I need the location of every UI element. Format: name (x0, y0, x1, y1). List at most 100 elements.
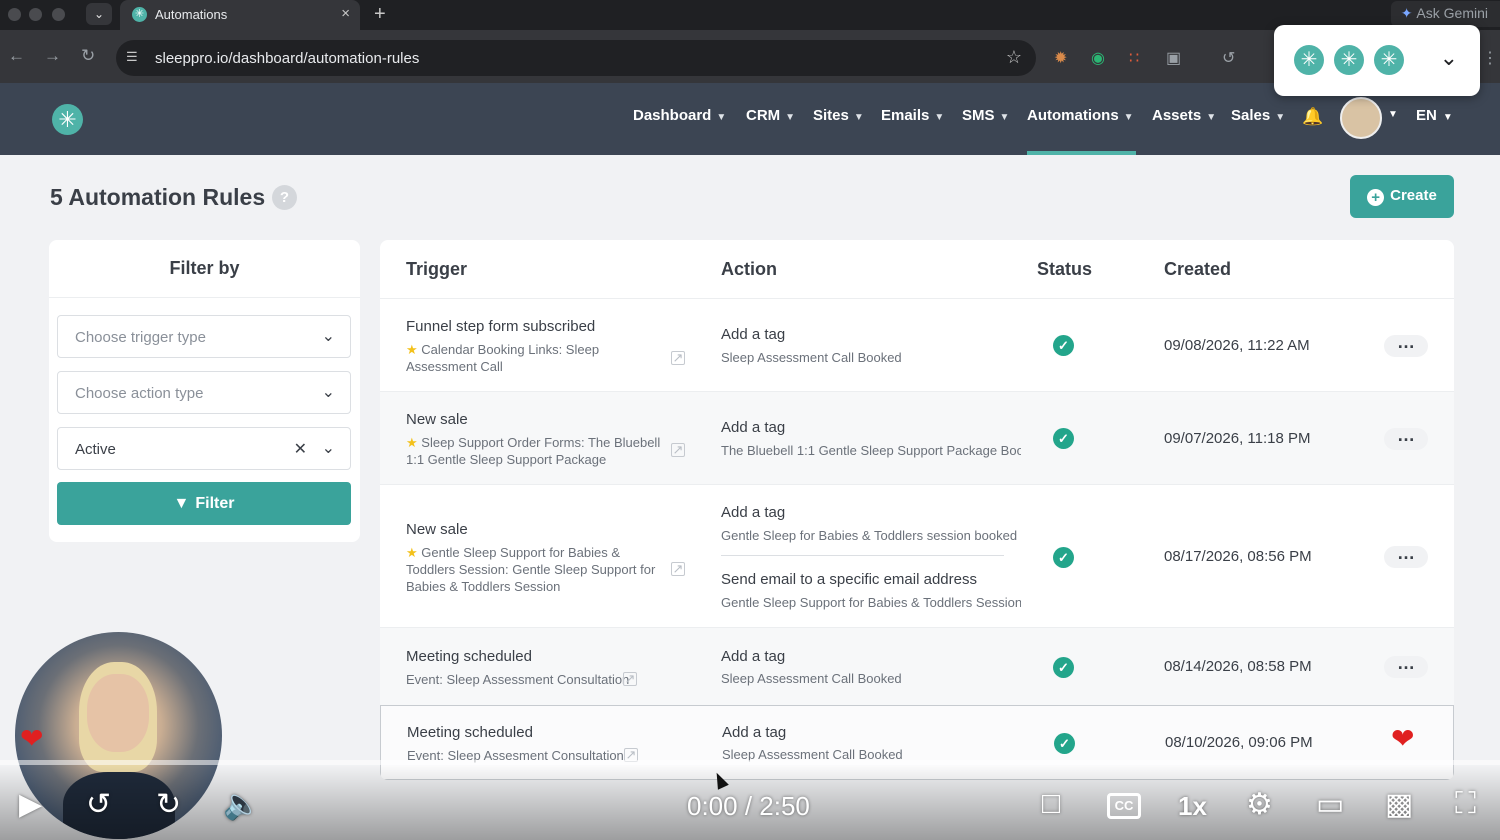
captions-button[interactable]: CC (1107, 793, 1141, 819)
forward-icon[interactable]: → (44, 46, 61, 66)
external-link-icon[interactable]: ↗ (671, 443, 685, 457)
chevron-down-icon: ▼ (1275, 112, 1286, 123)
nav-label: Dashboard (633, 107, 712, 124)
bell-icon[interactable]: 🔔 (1302, 107, 1323, 127)
more-options-button[interactable]: … (1384, 333, 1428, 357)
maximize-window-button[interactable] (52, 8, 65, 21)
address-bar[interactable]: ☰ sleeppro.io/dashboard/automation-rules… (116, 40, 1036, 76)
close-window-button[interactable] (8, 8, 21, 21)
table-row[interactable]: New sale ★ Gentle Sleep Support for Babi… (380, 484, 1454, 627)
action-detail: Sleep Assessment Call Booked (721, 350, 902, 365)
star-icon: ★ (406, 435, 418, 450)
chevron-down-icon: ▼ (853, 112, 864, 123)
help-icon[interactable]: ? (272, 185, 297, 210)
heart-icon[interactable]: ❤ (20, 722, 43, 755)
rewind-5-icon[interactable]: ↺ (86, 787, 111, 822)
theater-mode-icon[interactable]: ▭ (1316, 787, 1344, 822)
heart-icon[interactable]: ❤ (1391, 722, 1414, 755)
nav-label: Automations (1027, 107, 1119, 124)
settings-gear-icon[interactable]: ⚙ (1246, 787, 1273, 822)
bookmark-icon[interactable]: □ (1042, 787, 1060, 821)
avatar[interactable] (1340, 97, 1382, 139)
action-type-select[interactable]: Choose action type ⌄ (57, 371, 351, 414)
asterisk-logo-icon[interactable]: ✳ (1294, 45, 1324, 75)
tab-search-button[interactable]: ⌄ (86, 3, 112, 25)
action-detail: Gentle Sleep for Babies & Toddlers sessi… (721, 528, 1018, 543)
column-header-status: Status (1037, 259, 1093, 279)
close-tab-icon[interactable]: × (341, 5, 350, 22)
extensions-puzzle-icon[interactable]: ▣ (1166, 48, 1181, 68)
status-value: Active (75, 441, 116, 458)
action-detail: Sleep Assessment Call Booked (721, 671, 902, 686)
asterisk-logo-icon[interactable]: ✳ (1334, 45, 1364, 75)
nav-assets[interactable]: Assets ▼ (1152, 107, 1216, 124)
nav-crm[interactable]: CRM ▼ (746, 107, 795, 124)
table-row[interactable]: New sale ★ Sleep Support Order Forms: Th… (380, 391, 1454, 484)
nav-emails[interactable]: Emails ▼ (881, 107, 944, 124)
action-detail: The Bluebell 1:1 Gentle Sleep Support Pa… (721, 443, 1021, 458)
filter-panel: Filter by Choose trigger type ⌄ Choose a… (49, 240, 360, 542)
minimize-window-button[interactable] (29, 8, 42, 21)
forward-5-icon[interactable]: ↻ (156, 787, 181, 822)
favicon-icon: ✳ (132, 7, 147, 22)
picture-in-picture-icon[interactable]: ▩ (1385, 787, 1413, 822)
new-tab-button[interactable]: + (374, 3, 386, 26)
nav-dashboard[interactable]: Dashboard ▼ (633, 107, 726, 124)
chevron-down-icon: ▼ (785, 112, 796, 123)
trigger-type-select[interactable]: Choose trigger type ⌄ (57, 315, 351, 358)
nav-sms[interactable]: SMS ▼ (962, 107, 1009, 124)
chevron-down-icon: ⌄ (321, 384, 335, 401)
chevron-down-icon: ⌄ (321, 328, 335, 345)
more-options-button[interactable]: … (1384, 544, 1428, 568)
nav-label: Assets (1152, 107, 1202, 124)
nav-label: Emails (881, 107, 930, 124)
url-text[interactable]: sleeppro.io/dashboard/automation-rules (155, 50, 419, 67)
trigger-name: Funnel step form subscribed (406, 318, 596, 335)
status-select[interactable]: Active ✕ ⌄ (57, 427, 351, 470)
extension-sync-icon[interactable]: ↺ (1222, 48, 1235, 68)
playback-speed[interactable]: 1x (1178, 791, 1207, 822)
table-row[interactable]: Meeting scheduled Event: Sleep Assessmen… (380, 627, 1454, 705)
back-icon[interactable]: ← (8, 46, 25, 66)
extension-grammar-icon[interactable]: ◉ (1091, 48, 1105, 68)
extension-dots-icon[interactable]: ∷ (1129, 48, 1139, 68)
filter-button[interactable]: ▼ Filter (57, 482, 351, 525)
fullscreen-icon[interactable]: ⛶ (1455, 787, 1476, 821)
more-options-button[interactable]: … (1384, 426, 1428, 450)
app-logo-icon[interactable]: ✳ (52, 104, 83, 135)
reload-icon[interactable]: ↻ (81, 46, 95, 66)
external-link-icon[interactable]: ↗ (671, 562, 685, 576)
nav-label: Sales (1231, 107, 1271, 124)
nav-automations[interactable]: Automations ▼ (1027, 107, 1134, 124)
volume-icon[interactable]: 🔈 (223, 787, 260, 822)
nav-sales[interactable]: Sales ▼ (1231, 107, 1285, 124)
created-date: 09/07/2026, 11:18 PM (1164, 430, 1311, 447)
asterisk-logo-icon[interactable]: ✳ (1374, 45, 1404, 75)
clear-icon[interactable]: ✕ (294, 439, 307, 459)
more-options-button[interactable]: … (1384, 654, 1428, 678)
external-link-icon[interactable]: ↗ (623, 672, 637, 686)
star-icon: ★ (406, 342, 418, 357)
chevron-down-icon[interactable]: ▼ (1388, 109, 1398, 120)
external-link-icon[interactable]: ↗ (671, 351, 685, 365)
trigger-detail: Event: Sleep Assessment Consultation (406, 672, 630, 687)
site-info-icon[interactable]: ☰ (126, 49, 138, 65)
action-name: Add a tag (721, 648, 786, 665)
extension-sun-icon[interactable]: ✹ (1054, 48, 1067, 68)
chevron-down-icon: ▼ (1123, 112, 1134, 123)
nav-sites[interactable]: Sites ▼ (813, 107, 864, 124)
play-icon[interactable]: ▶ (19, 787, 42, 822)
language-selector[interactable]: EN ▼ (1416, 107, 1453, 124)
browser-tab[interactable]: ✳ Automations × (120, 0, 360, 30)
status-active-icon: ✓ (1054, 733, 1075, 754)
create-label: Create (1390, 187, 1437, 204)
create-button[interactable]: + Create (1350, 175, 1454, 218)
action-name: Add a tag (722, 724, 787, 741)
star-icon: ★ (406, 545, 418, 560)
ask-gemini-button[interactable]: ✦ Ask Gemini (1390, 1, 1500, 27)
chevron-down-icon[interactable]: ⌄ (1440, 45, 1458, 71)
browser-menu-icon[interactable]: ⋮ (1482, 48, 1498, 68)
bookmark-star-icon[interactable]: ☆ (1006, 47, 1022, 68)
table-row[interactable]: Funnel step form subscribed ★ Calendar B… (380, 298, 1454, 391)
column-header-created: Created (1164, 259, 1232, 279)
